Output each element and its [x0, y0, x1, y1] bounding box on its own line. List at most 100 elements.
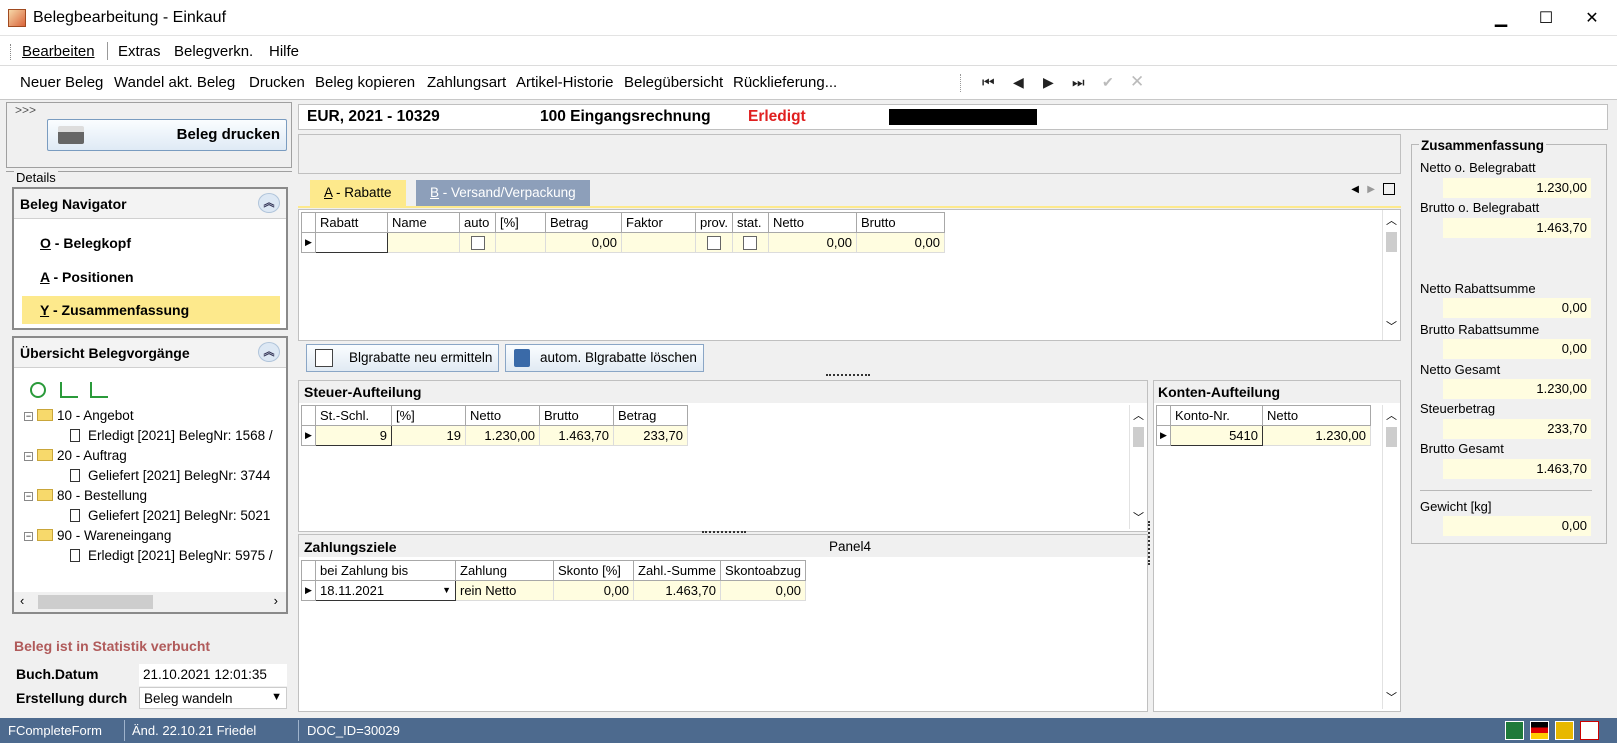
- col-betrag[interactable]: Betrag: [613, 405, 688, 426]
- name-cell[interactable]: [387, 232, 460, 253]
- scroll-thumb[interactable]: [38, 595, 153, 609]
- beleg-drucken-button[interactable]: Beleg drucken: [47, 119, 287, 151]
- collapse-tree-icon[interactable]: [60, 382, 78, 398]
- rabatte-vscrollbar[interactable]: ︿ ﹀: [1382, 210, 1399, 340]
- scroll-right-icon[interactable]: ›: [274, 593, 278, 608]
- col-brutto[interactable]: Brutto: [539, 405, 614, 426]
- minimize-button[interactable]: ▁: [1478, 0, 1524, 36]
- tab-maximize-icon[interactable]: [1383, 183, 1395, 195]
- prov-cell[interactable]: [695, 232, 733, 253]
- date-dropdown-icon[interactable]: ▼: [442, 585, 451, 595]
- close-button[interactable]: ✕: [1569, 0, 1615, 36]
- tree-hscrollbar[interactable]: ‹ ›: [14, 592, 286, 612]
- scroll-thumb[interactable]: [1386, 427, 1397, 447]
- konten-vscrollbar[interactable]: ︿ ﹀: [1382, 405, 1399, 709]
- col-stat[interactable]: stat.: [731, 212, 769, 233]
- blgrabatte-loeschen-button[interactable]: autom. Blgrabatte löschen: [505, 344, 704, 372]
- skonto-cell[interactable]: 0,00: [553, 580, 634, 601]
- collapse-node-icon[interactable]: −: [24, 492, 33, 501]
- wandel-beleg-button[interactable]: Wandel akt. Beleg: [114, 74, 235, 91]
- expand-tree-icon[interactable]: [90, 382, 108, 398]
- last-record-icon[interactable]: ⏭: [1072, 74, 1085, 91]
- splitter-handle[interactable]: [826, 374, 870, 377]
- menu-belegverkn[interactable]: Belegverkn.: [174, 43, 253, 60]
- col-betrag[interactable]: Betrag: [545, 212, 622, 233]
- auto-checkbox[interactable]: [470, 236, 485, 251]
- col-prozent[interactable]: [%]: [495, 212, 546, 233]
- col-auto[interactable]: auto: [459, 212, 496, 233]
- faktor-cell[interactable]: [621, 232, 696, 253]
- scroll-up-icon[interactable]: ︿: [1133, 407, 1144, 423]
- scroll-left-icon[interactable]: ‹: [20, 593, 24, 608]
- col-netto[interactable]: Netto: [1262, 405, 1371, 426]
- konto-nr-cell[interactable]: 5410: [1170, 425, 1263, 446]
- menu-hilfe[interactable]: Hilfe: [269, 43, 299, 60]
- tab-rabatte[interactable]: A - Rabatte: [310, 180, 406, 206]
- next-record-icon[interactable]: ▶: [1043, 74, 1054, 91]
- col-konto-nr[interactable]: Konto-Nr.: [1170, 405, 1263, 426]
- auto-cell[interactable]: [459, 232, 496, 253]
- zahl-summe-cell[interactable]: 1.463,70: [632, 580, 722, 601]
- maximize-button[interactable]: ☐: [1523, 0, 1569, 36]
- skontoabzug-cell[interactable]: 0,00: [720, 580, 806, 601]
- beleguebersicht-button[interactable]: Belegübersicht: [624, 74, 723, 91]
- col-skontoabzug[interactable]: Skontoabzug: [720, 560, 806, 581]
- blgrabatte-neu-button[interactable]: Blgrabatte neu ermitteln: [306, 344, 500, 372]
- prov-checkbox[interactable]: [706, 236, 721, 251]
- collapse-node-icon[interactable]: −: [24, 412, 33, 421]
- col-brutto[interactable]: Brutto: [855, 212, 945, 233]
- collapse-node-icon[interactable]: −: [24, 452, 33, 461]
- table-row[interactable]: ▶ 0,00 0,00 0,00: [301, 232, 945, 253]
- tree-folder-wareneingang[interactable]: − 90 - Wareneingang: [24, 528, 171, 543]
- table-row[interactable]: ▶ 9 19 1.230,00 1.463,70 233,70: [301, 425, 688, 446]
- prev-record-icon[interactable]: ◀: [1013, 74, 1024, 91]
- confirm-icon[interactable]: ✔: [1102, 74, 1114, 91]
- artikel-historie-button[interactable]: Artikel-Historie: [516, 74, 614, 91]
- scroll-down-icon[interactable]: ﹀: [1386, 689, 1397, 705]
- scroll-thumb[interactable]: [1133, 427, 1144, 447]
- betrag-cell[interactable]: 0,00: [545, 232, 622, 253]
- prozent-cell[interactable]: [495, 232, 546, 253]
- netto-cell[interactable]: 1.230,00: [465, 425, 540, 446]
- tree-item-auftrag[interactable]: Geliefert [2021] BelegNr: 3744: [70, 468, 270, 483]
- collapse-navigator-icon[interactable]: ︽: [258, 193, 280, 213]
- col-zahlung[interactable]: Zahlung: [455, 560, 554, 581]
- tree-item-angebot[interactable]: Erledigt [2021] BelegNr: 1568 /: [70, 428, 273, 443]
- refresh-icon[interactable]: [30, 382, 46, 398]
- scroll-up-icon[interactable]: ︿: [1386, 407, 1397, 423]
- excel-icon[interactable]: [1505, 721, 1524, 740]
- beleg-kopieren-button[interactable]: Beleg kopieren: [315, 74, 415, 91]
- scroll-down-icon[interactable]: ﹀: [1386, 318, 1397, 334]
- table-row[interactable]: ▶ 18.11.2021 ▼ rein Netto 0,00 1.463,70 0…: [301, 580, 806, 601]
- neuer-beleg-button[interactable]: Neuer Beleg: [20, 74, 103, 91]
- netto-cell[interactable]: 0,00: [767, 232, 857, 253]
- col-faktor[interactable]: Faktor: [621, 212, 696, 233]
- zahlungsart-button[interactable]: Zahlungsart: [427, 74, 506, 91]
- first-record-icon[interactable]: ⏮: [982, 74, 995, 91]
- col-rabatt[interactable]: Rabatt: [315, 212, 388, 233]
- tree-folder-auftrag[interactable]: − 20 - Auftrag: [24, 448, 127, 463]
- scroll-down-icon[interactable]: ﹀: [1133, 509, 1144, 525]
- brutto-cell[interactable]: 0,00: [855, 232, 945, 253]
- nav-item-positionen[interactable]: A - Positionen: [22, 263, 280, 291]
- prozent-cell[interactable]: 19: [391, 425, 466, 446]
- col-prozent[interactable]: [%]: [391, 405, 466, 426]
- col-st-schl[interactable]: St.-Schl.: [315, 405, 392, 426]
- col-name[interactable]: Name: [387, 212, 460, 233]
- cancel-icon[interactable]: ✕: [1130, 72, 1144, 92]
- collapse-node-icon[interactable]: −: [24, 532, 33, 541]
- vertical-splitter-handle[interactable]: [1148, 521, 1151, 565]
- german-flag-icon[interactable]: [1530, 721, 1549, 740]
- buch-datum-field[interactable]: 21.10.2021 12:01:35: [139, 664, 287, 686]
- scroll-thumb[interactable]: [1386, 232, 1397, 252]
- tab-scroll-right-icon[interactable]: ▶: [1367, 184, 1375, 195]
- col-skonto[interactable]: Skonto [%]: [553, 560, 634, 581]
- erstellung-select[interactable]: Beleg wandeln ▼: [139, 687, 287, 709]
- col-zahl-summe[interactable]: Zahl.-Summe: [632, 560, 722, 581]
- collapse-overview-icon[interactable]: ︽: [258, 342, 280, 362]
- col-bei-zahlung-bis[interactable]: bei Zahlung bis: [315, 560, 456, 581]
- brutto-cell[interactable]: 1.463,70: [539, 425, 614, 446]
- drucken-button[interactable]: Drucken: [249, 74, 305, 91]
- menu-extras[interactable]: Extras: [118, 43, 161, 60]
- tree-folder-angebot[interactable]: − 10 - Angebot: [24, 408, 134, 423]
